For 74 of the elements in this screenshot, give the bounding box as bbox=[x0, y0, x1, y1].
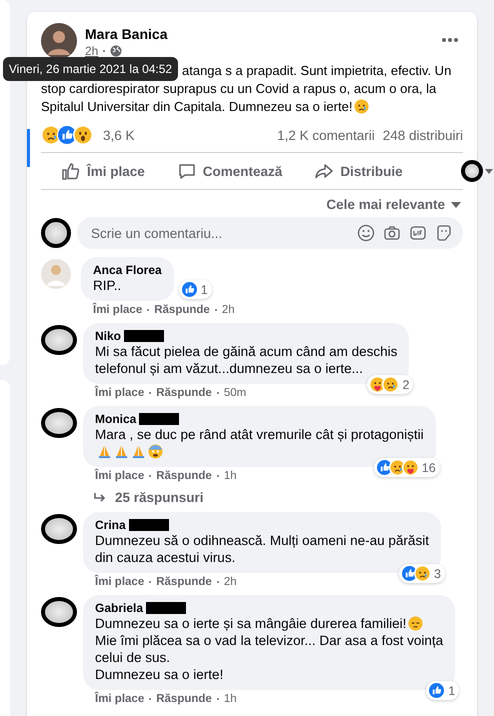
avatar[interactable] bbox=[41, 325, 77, 355]
date-tooltip: Vineri, 26 martie 2021 la 04:52 bbox=[3, 57, 178, 81]
profile-selector[interactable] bbox=[460, 160, 494, 182]
separator-dot bbox=[149, 698, 152, 700]
comment-time[interactable]: 50m bbox=[224, 387, 246, 399]
commenter-name[interactable]: Monica bbox=[95, 412, 136, 426]
separator-dot bbox=[149, 475, 152, 477]
reply-arrow-icon bbox=[93, 492, 107, 504]
comment-text: Dumnezeu să o odihnească. Mulți oameni ne-au părăsit din cauza acestui virus. bbox=[95, 532, 429, 566]
post-text-line: atanga s a prapadit. Sunt impietrita, efectiv. Un bbox=[182, 63, 452, 78]
reply-link[interactable]: Răspunde bbox=[156, 576, 212, 588]
author-name[interactable]: Mara Banica bbox=[85, 26, 168, 42]
share-button[interactable]: Distribuie bbox=[312, 157, 405, 185]
like-link[interactable]: Îmi place bbox=[95, 576, 144, 588]
comment-time[interactable]: 1h bbox=[224, 470, 237, 482]
gif-icon[interactable] bbox=[409, 224, 427, 242]
avatar[interactable] bbox=[41, 597, 77, 627]
emoji-icon[interactable] bbox=[357, 224, 375, 242]
reaction-badge[interactable]: 1 bbox=[426, 681, 460, 700]
reply-link[interactable]: Răspunde bbox=[154, 304, 210, 316]
separator-dot bbox=[216, 475, 219, 477]
thumbs-up-icon bbox=[61, 161, 81, 181]
reply-link[interactable]: Răspunde bbox=[156, 387, 212, 399]
reaction-badge[interactable]: 2 bbox=[367, 375, 414, 394]
post-time[interactable]: 2h bbox=[85, 44, 98, 58]
avatar[interactable] bbox=[41, 514, 77, 544]
view-replies-link[interactable]: 25 răspunsuri bbox=[93, 490, 436, 505]
sticker-icon[interactable] bbox=[435, 224, 453, 242]
separator-dot bbox=[103, 50, 106, 52]
globe-icon bbox=[110, 45, 122, 57]
separator-dot bbox=[149, 581, 152, 583]
comment-time[interactable]: 1h bbox=[224, 693, 237, 705]
comment-text: Mi sa făcut pielea de găină acum când am deschis telefonul și am văzut...dumnezeu sa o ierte... bbox=[95, 343, 398, 377]
avatar[interactable] bbox=[41, 23, 77, 59]
comment-button[interactable]: Comentează bbox=[174, 157, 284, 185]
reply-link[interactable]: Răspunde bbox=[156, 470, 212, 482]
sort-dropdown[interactable]: Cele mai relevante bbox=[326, 197, 461, 212]
like-link[interactable]: Îmi place bbox=[93, 304, 142, 316]
separator-dot bbox=[216, 581, 219, 583]
comment-text: RIP.. bbox=[93, 277, 122, 294]
share-count[interactable]: 248 distribuiri bbox=[382, 128, 463, 142]
separator-dot bbox=[216, 392, 219, 394]
comment-time[interactable]: 2h bbox=[224, 576, 237, 588]
like-button[interactable]: Îmi place bbox=[59, 157, 147, 185]
like-link[interactable]: Îmi place bbox=[95, 470, 144, 482]
more-options-icon[interactable] bbox=[441, 37, 459, 43]
commenter-name[interactable]: Anca Florea bbox=[93, 263, 162, 277]
camera-icon[interactable] bbox=[383, 224, 401, 242]
reaction-badge[interactable]: 16 bbox=[374, 458, 440, 477]
separator-dot bbox=[149, 392, 152, 394]
reaction-badge[interactable]: 3 bbox=[399, 564, 445, 583]
reply-link[interactable]: Răspunde bbox=[156, 693, 212, 705]
like-link[interactable]: Îmi place bbox=[95, 387, 144, 399]
separator-dot bbox=[216, 698, 219, 700]
commenter-name[interactable]: Crina bbox=[95, 518, 126, 532]
separator-dot bbox=[147, 309, 150, 311]
comment-time[interactable]: 2h bbox=[222, 304, 235, 316]
post-text-line: Spitalul Universitar din Capitala. Dumnezeu sa o ierte! bbox=[41, 99, 370, 114]
caret-icon bbox=[451, 202, 461, 208]
avatar[interactable] bbox=[41, 408, 77, 438]
reaction-count[interactable]: 3,6 K bbox=[103, 128, 135, 142]
post-text-line: stop cardiorespirator suprapus cu un Covid a rapus o, acum o ora, la bbox=[41, 81, 436, 96]
like-link[interactable]: Îmi place bbox=[95, 693, 144, 705]
reaction-badge[interactable]: 1 bbox=[178, 280, 212, 299]
separator-dot bbox=[214, 309, 217, 311]
comment-field[interactable]: Scrie un comentariu... bbox=[77, 217, 463, 249]
comment-count[interactable]: 1,2 K comentarii bbox=[277, 128, 375, 142]
comment-input[interactable]: Scrie un comentariu... bbox=[89, 224, 349, 242]
commenter-name[interactable]: Gabriela bbox=[95, 601, 144, 615]
comment-text: Dumnezeu sa o ierte și sa mângâie durerea familiei! Mie îmi plăcea sa o vad la televizor... Dar asa a fost voința celui de sus. Dumnezeu sa o ierte! bbox=[95, 615, 444, 683]
comment-text: Mara , se duc pe rând atât vremurile cât și protagoniștii bbox=[95, 426, 424, 460]
avatar bbox=[41, 218, 71, 248]
caret-icon bbox=[484, 168, 493, 174]
commenter-name[interactable]: Niko bbox=[95, 329, 122, 343]
